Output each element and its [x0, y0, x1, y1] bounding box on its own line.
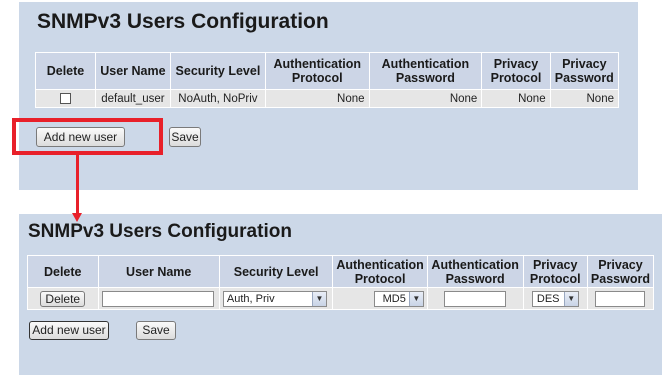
column-header-privacy-protocol: Privacy Protocol: [481, 52, 551, 90]
chevron-down-icon: ▼: [311, 291, 326, 306]
highlight-box: [12, 118, 163, 155]
arrow-down-icon: [72, 213, 82, 222]
users-table: Delete User Name Security Level Authenti…: [27, 255, 655, 310]
auth-password-cell: [426, 287, 524, 310]
user-name-cell: [97, 287, 220, 310]
column-header-auth-password: Authentication Password: [426, 255, 524, 288]
column-header-auth-password: Authentication Password: [368, 52, 483, 90]
privacy-protocol-cell: DES ▼: [522, 287, 588, 310]
chevron-down-icon: ▼: [408, 291, 423, 306]
auth-password-input[interactable]: [444, 290, 507, 307]
table-row: Delete Auth, Priv ▼ MD5 ▼ DES ▼: [27, 287, 655, 310]
table-header-row: Delete User Name Security Level Authenti…: [27, 255, 655, 288]
add-new-user-button[interactable]: Add new user: [29, 321, 109, 340]
column-header-privacy-password: Privacy Password: [586, 255, 655, 288]
security-level-select[interactable]: Auth, Priv ▼: [222, 290, 327, 307]
table-row: default_user NoAuth, NoPriv None None No…: [34, 89, 620, 108]
auth-protocol-value: MD5: [382, 292, 406, 305]
privacy-protocol-cell: None: [481, 89, 551, 108]
config-panel-bottom: SNMPv3 Users Configuration Delete User N…: [19, 214, 662, 375]
delete-cell: [34, 89, 97, 108]
column-header-delete: Delete: [27, 255, 99, 288]
table-header-row: Delete User Name Security Level Authenti…: [34, 52, 620, 90]
delete-cell: Delete: [27, 287, 99, 310]
config-panel-top: SNMPv3 Users Configuration Delete User N…: [19, 2, 638, 190]
column-header-user-name: User Name: [95, 52, 171, 90]
auth-protocol-cell: MD5 ▼: [332, 287, 428, 310]
page-title: SNMPv3 Users Configuration: [28, 221, 292, 242]
user-name-cell: default_user: [95, 89, 171, 108]
security-level-cell: NoAuth, NoPriv: [169, 89, 267, 108]
save-button[interactable]: Save: [169, 127, 201, 147]
auth-protocol-select[interactable]: MD5 ▼: [373, 290, 424, 307]
delete-checkbox[interactable]: [60, 92, 71, 104]
auth-password-cell: None: [368, 89, 483, 108]
column-header-user-name: User Name: [97, 255, 220, 288]
column-header-auth-protocol: Authentication Protocol: [265, 52, 370, 90]
column-header-security-level: Security Level: [169, 52, 267, 90]
save-button[interactable]: Save: [136, 321, 176, 340]
column-header-security-level: Security Level: [218, 255, 334, 288]
column-header-delete: Delete: [34, 52, 97, 90]
privacy-password-cell: None: [549, 89, 620, 108]
privacy-password-input[interactable]: [595, 290, 646, 307]
security-level-cell: Auth, Priv ▼: [218, 287, 334, 310]
column-header-auth-protocol: Authentication Protocol: [332, 255, 428, 288]
annotation-arrow-line: [76, 154, 79, 216]
column-header-privacy-protocol: Privacy Protocol: [522, 255, 588, 288]
delete-row-button[interactable]: Delete: [40, 290, 86, 307]
users-table: Delete User Name Security Level Authenti…: [34, 52, 620, 108]
page-title: SNMPv3 Users Configuration: [37, 10, 329, 33]
security-level-value: Auth, Priv: [226, 292, 275, 305]
privacy-protocol-select[interactable]: DES ▼: [531, 290, 579, 307]
auth-protocol-cell: None: [265, 89, 370, 108]
column-header-privacy-password: Privacy Password: [549, 52, 620, 90]
privacy-protocol-value: DES: [536, 292, 560, 305]
privacy-password-cell: [586, 287, 655, 310]
chevron-down-icon: ▼: [563, 291, 578, 306]
user-name-input[interactable]: [101, 290, 214, 307]
